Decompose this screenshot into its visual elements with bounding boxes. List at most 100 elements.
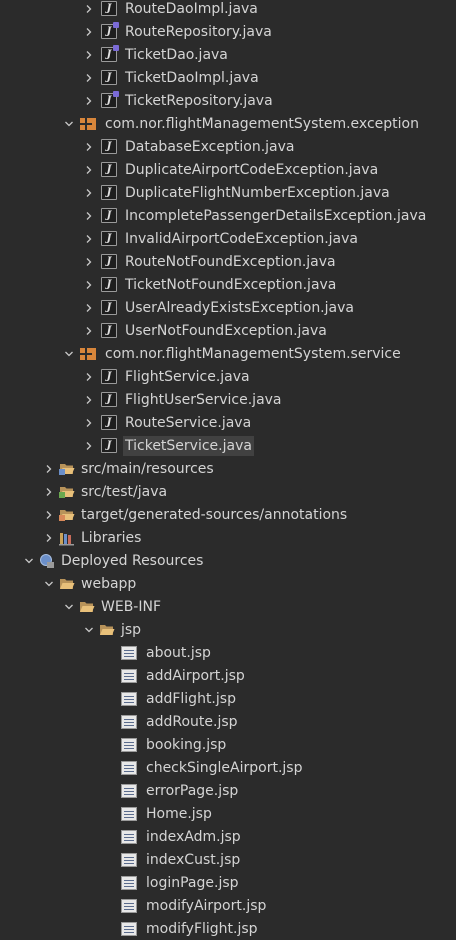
chevron-right-icon[interactable]: [81, 365, 97, 388]
tree-item[interactable]: Libraries: [0, 526, 456, 549]
chevron-right-icon[interactable]: [81, 296, 97, 319]
tree-item-label: indexAdm.jsp: [146, 828, 241, 845]
tree-item-label: indexCust.jsp: [146, 851, 241, 868]
chevron-right-icon[interactable]: [81, 0, 97, 20]
chevron-right-icon[interactable]: [41, 503, 57, 526]
tree-item[interactable]: J DuplicateAirportCodeException.java: [0, 158, 456, 181]
tree-item[interactable]: com.nor.flightManagementSystem.service: [0, 342, 456, 365]
chevron-down-icon[interactable]: [61, 112, 77, 135]
tree-item-label: RouteDaoImpl.java: [125, 0, 258, 17]
java-class-icon: J: [101, 208, 117, 223]
chevron-right-icon[interactable]: [81, 250, 97, 273]
tree-item-label: webapp: [81, 575, 137, 592]
chevron-right-icon[interactable]: [41, 526, 57, 549]
tree-item-label: com.nor.flightManagementSystem.exception: [105, 115, 419, 132]
tree-item-label: RouteNotFoundException.java: [125, 253, 336, 270]
chevron-right-icon[interactable]: [81, 204, 97, 227]
tree-item-label: Libraries: [81, 529, 142, 546]
package-icon: [80, 347, 96, 360]
chevron-down-icon[interactable]: [81, 618, 97, 641]
tree-item-label: loginPage.jsp: [146, 874, 239, 891]
chevron-right-icon[interactable]: [41, 457, 57, 480]
project-explorer-tree: J RouteDaoImpl.java J RouteRepository.java J…: [0, 0, 456, 940]
tree-item-label: addRoute.jsp: [146, 713, 238, 730]
tree-item[interactable]: about.jsp: [0, 641, 456, 664]
tree-item[interactable]: J RouteNotFoundException.java: [0, 250, 456, 273]
tree-item[interactable]: target/generated-sources/annotations: [0, 503, 456, 526]
java-interface-icon: J: [101, 45, 119, 62]
tree-item[interactable]: J TicketService.java: [0, 434, 456, 457]
tree-item-label: RouteRepository.java: [125, 23, 272, 40]
tree-item[interactable]: J TicketDaoImpl.java: [0, 66, 456, 89]
tree-item-label: DuplicateFlightNumberException.java: [125, 184, 390, 201]
tree-item[interactable]: WEB-INF: [0, 595, 456, 618]
tree-item[interactable]: indexCust.jsp: [0, 848, 456, 871]
tree-item[interactable]: src/test/java: [0, 480, 456, 503]
tree-item[interactable]: indexAdm.jsp: [0, 825, 456, 848]
folder-open-icon: [79, 599, 95, 615]
tree-item[interactable]: J TicketDao.java: [0, 43, 456, 66]
tree-item[interactable]: addAirport.jsp: [0, 664, 456, 687]
deployed-resources-icon: [39, 553, 55, 569]
java-class-icon: J: [101, 231, 117, 246]
chevron-right-icon[interactable]: [81, 388, 97, 411]
jsp-file-icon: [121, 829, 137, 844]
tree-item[interactable]: loginPage.jsp: [0, 871, 456, 894]
chevron-down-icon[interactable]: [61, 342, 77, 365]
tree-item[interactable]: jsp: [0, 618, 456, 641]
tree-item[interactable]: com.nor.flightManagementSystem.exception: [0, 112, 456, 135]
tree-item-label: TicketNotFoundException.java: [125, 276, 337, 293]
java-interface-icon: J: [101, 91, 119, 108]
chevron-right-icon[interactable]: [81, 181, 97, 204]
tree-item[interactable]: addRoute.jsp: [0, 710, 456, 733]
tree-item[interactable]: Deployed Resources: [0, 549, 456, 572]
tree-item[interactable]: J UserAlreadyExistsException.java: [0, 296, 456, 319]
tree-item[interactable]: Home.jsp: [0, 802, 456, 825]
tree-item[interactable]: checkSingleAirport.jsp: [0, 756, 456, 779]
tree-item[interactable]: J IncompletePassengerDetailsException.jav…: [0, 204, 456, 227]
tree-item[interactable]: J FlightService.java: [0, 365, 456, 388]
chevron-down-icon[interactable]: [41, 572, 57, 595]
tree-item-label: InvalidAirportCodeException.java: [125, 230, 358, 247]
chevron-right-icon[interactable]: [81, 434, 97, 457]
tree-item-label: FlightService.java: [125, 368, 250, 385]
java-class-icon: J: [101, 438, 117, 453]
java-class-icon: J: [101, 162, 117, 177]
chevron-right-icon[interactable]: [81, 411, 97, 434]
tree-item[interactable]: src/main/resources: [0, 457, 456, 480]
tree-item[interactable]: addFlight.jsp: [0, 687, 456, 710]
tree-item-label: TicketDaoImpl.java: [125, 69, 259, 86]
tree-item-label: DuplicateAirportCodeException.java: [125, 161, 379, 178]
tree-item[interactable]: J TicketNotFoundException.java: [0, 273, 456, 296]
chevron-right-icon[interactable]: [81, 158, 97, 181]
tree-item[interactable]: J DatabaseException.java: [0, 135, 456, 158]
chevron-right-icon[interactable]: [81, 273, 97, 296]
tree-item-label: TicketRepository.java: [125, 92, 273, 109]
tree-item-label: src/test/java: [81, 483, 168, 500]
chevron-right-icon[interactable]: [81, 135, 97, 158]
tree-item[interactable]: J InvalidAirportCodeException.java: [0, 227, 456, 250]
chevron-right-icon[interactable]: [81, 319, 97, 342]
tree-item[interactable]: J RouteRepository.java: [0, 20, 456, 43]
tree-item[interactable]: errorPage.jsp: [0, 779, 456, 802]
tree-item[interactable]: modifyAirport.jsp: [0, 894, 456, 917]
chevron-down-icon[interactable]: [61, 595, 77, 618]
chevron-right-icon[interactable]: [81, 227, 97, 250]
tree-item[interactable]: J TicketRepository.java: [0, 89, 456, 112]
chevron-right-icon[interactable]: [81, 89, 97, 112]
tree-item[interactable]: J UserNotFoundException.java: [0, 319, 456, 342]
tree-item[interactable]: J RouteDaoImpl.java: [0, 0, 456, 20]
chevron-right-icon[interactable]: [41, 480, 57, 503]
tree-item[interactable]: modifyFlight.jsp: [0, 917, 456, 940]
tree-item-label: about.jsp: [146, 644, 211, 661]
chevron-right-icon[interactable]: [81, 20, 97, 43]
chevron-right-icon[interactable]: [81, 43, 97, 66]
tree-item[interactable]: J FlightUserService.java: [0, 388, 456, 411]
tree-item-label: Home.jsp: [146, 805, 212, 822]
chevron-down-icon[interactable]: [21, 549, 37, 572]
tree-item[interactable]: J RouteService.java: [0, 411, 456, 434]
tree-item[interactable]: booking.jsp: [0, 733, 456, 756]
tree-item[interactable]: J DuplicateFlightNumberException.java: [0, 181, 456, 204]
chevron-right-icon[interactable]: [81, 66, 97, 89]
tree-item[interactable]: webapp: [0, 572, 456, 595]
